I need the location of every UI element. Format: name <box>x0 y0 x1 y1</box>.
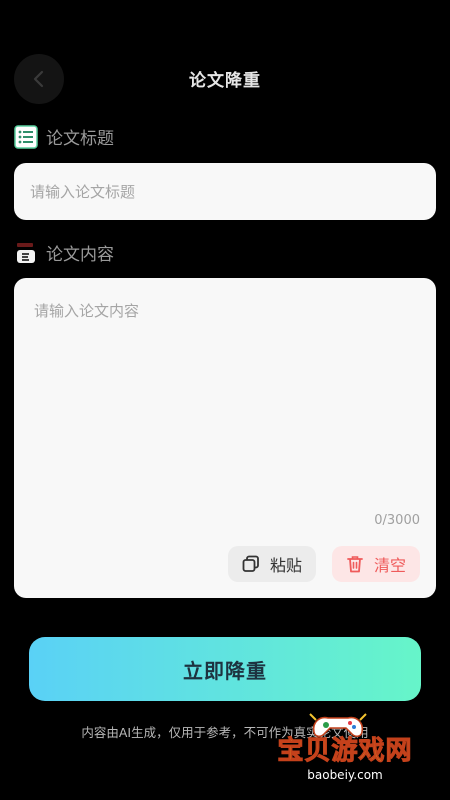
paste-button-label: 粘贴 <box>269 556 302 575</box>
document-icon <box>17 242 35 263</box>
char-count: 0/3000 <box>374 513 420 528</box>
title-section-label-text: 论文标题 <box>46 129 114 149</box>
list-icon <box>14 124 38 149</box>
content-section-label: 论文内容 <box>14 240 114 265</box>
paste-button[interactable]: 粘贴 <box>228 546 316 582</box>
trash-icon <box>347 556 363 573</box>
page-title: 论文降重 <box>189 71 261 91</box>
content-placeholder: 请输入论文内容 <box>34 302 140 320</box>
title-input[interactable]: 请输入论文标题 <box>14 163 436 220</box>
watermark-url: baobeiy.com <box>307 768 383 782</box>
title-input-placeholder: 请输入论文标题 <box>30 183 136 201</box>
submit-button[interactable]: 立即降重 <box>29 637 421 701</box>
submit-button-label: 立即降重 <box>183 658 267 683</box>
watermark-text: 宝贝游戏网 <box>277 736 413 767</box>
content-section-label-text: 论文内容 <box>46 245 114 265</box>
title-section-label: 论文标题 <box>14 124 114 149</box>
copy-icon <box>242 555 259 572</box>
content-textarea[interactable]: 请输入论文内容 0/3000 粘贴 清空 <box>14 278 436 598</box>
clear-button[interactable]: 清空 <box>332 546 420 582</box>
watermark: 宝贝游戏网 baobeiy.com <box>270 708 445 792</box>
clear-button-label: 清空 <box>373 556 406 575</box>
